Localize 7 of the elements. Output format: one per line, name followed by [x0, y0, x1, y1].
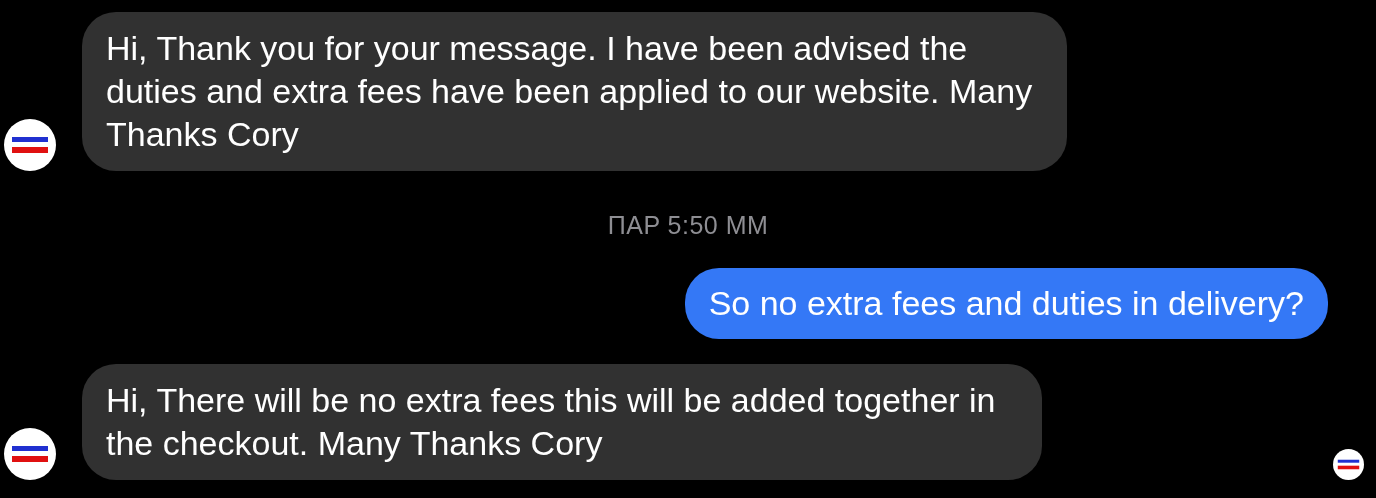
message-bubble: So no extra fees and duties in delivery?: [684, 268, 1328, 339]
seen-avatar-icon: [1333, 449, 1364, 480]
avatar-icon: [4, 119, 56, 171]
timestamp: ΠΑΡ 5:50 ΜΜ: [607, 211, 769, 240]
message-bubble: Hi, Thank you for your message. I have been advised the duties and extra fees have been applied to our website. Many Thanks Cory: [82, 12, 1067, 171]
avatar-icon: [4, 428, 56, 480]
message-bubble: Hi, There will be no extra fees this will be added together in the checkout. Many Thanks Cory: [82, 364, 1042, 480]
